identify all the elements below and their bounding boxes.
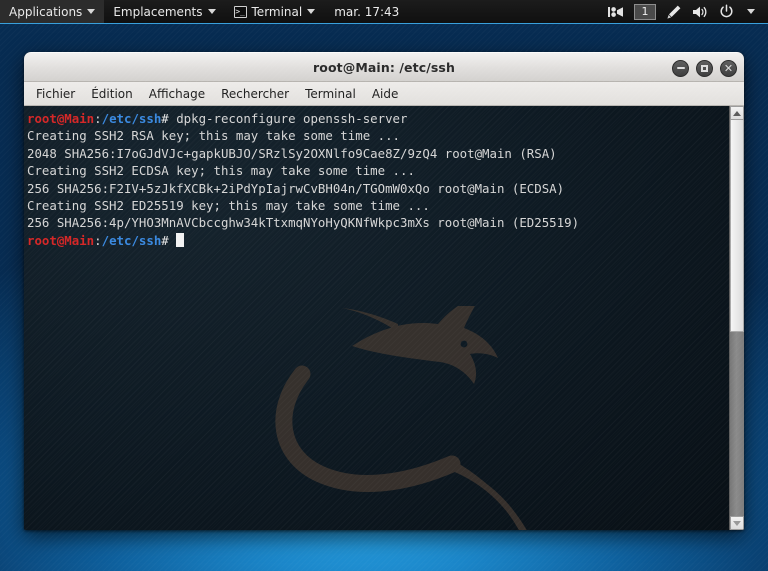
- prompt-user: root@Main: [27, 111, 95, 126]
- terminal-line: Creating SSH2 RSA key; this may take som…: [27, 128, 400, 144]
- terminal-icon-glyph: >_: [235, 6, 245, 16]
- close-icon: ✕: [723, 61, 734, 75]
- terminal-area: root@Main:/etc/ssh# dpkg-reconfigure ope…: [24, 106, 744, 530]
- prompt-user: root@Main: [27, 232, 95, 248]
- top-panel: Applications Emplacements >_ Terminal ma…: [0, 0, 768, 24]
- chevron-up-icon: [733, 110, 741, 116]
- chevron-down-icon: [207, 9, 216, 14]
- terminal-line: 2048 SHA256:I7oGJdVJc+gapkUBJO/SRzlSy2OX…: [27, 145, 557, 161]
- window-menubar: Fichier Édition Affichage Rechercher Ter…: [24, 82, 744, 106]
- menu-rechercher[interactable]: Rechercher: [213, 85, 297, 103]
- menu-places[interactable]: Emplacements: [104, 0, 224, 23]
- scrollbar-thumb[interactable]: [730, 120, 744, 332]
- menu-places-label: Emplacements: [113, 4, 203, 19]
- kali-dragon-watermark: [275, 306, 527, 530]
- volume-icon[interactable]: [688, 0, 713, 23]
- menu-fichier[interactable]: Fichier: [28, 85, 83, 103]
- terminal-line: 256 SHA256:F2IV+5zJkfXCBk+2iPdYpIajrwCvB…: [27, 180, 565, 196]
- terminal-text: root@Main:/etc/ssh# dpkg-reconfigure ope…: [26, 110, 729, 249]
- menu-aide[interactable]: Aide: [364, 85, 407, 103]
- prompt-path: /etc/ssh: [101, 111, 162, 126]
- terminal-scrollbar[interactable]: [729, 106, 744, 530]
- menu-affichage[interactable]: Affichage: [141, 85, 213, 103]
- menu-terminal[interactable]: >_ Terminal: [225, 0, 325, 23]
- menu-terminal-label: Terminal: [251, 4, 303, 19]
- terminal-window: root@Main: /etc/ssh ✕ Fichier Édition Af…: [24, 52, 744, 530]
- terminal-output[interactable]: root@Main:/etc/ssh# dpkg-reconfigure ope…: [24, 106, 729, 530]
- tray-chevron-down-icon[interactable]: [740, 0, 762, 23]
- prompt-sigil: #: [161, 232, 177, 248]
- terminal-command: dpkg-reconfigure openssh-server: [176, 111, 408, 126]
- terminal-line: Creating SSH2 ECDSA key; this may take s…: [27, 163, 415, 179]
- chevron-down-icon: [733, 520, 741, 526]
- pen-icon[interactable]: [662, 0, 686, 23]
- text-cursor: [176, 232, 184, 247]
- system-tray: 1: [603, 0, 768, 23]
- menu-applications[interactable]: Applications: [0, 0, 105, 23]
- scroll-up-button[interactable]: [730, 106, 744, 120]
- power-icon[interactable]: [715, 0, 738, 23]
- window-titlebar[interactable]: root@Main: /etc/ssh ✕: [24, 52, 744, 82]
- close-button[interactable]: ✕: [720, 59, 737, 77]
- minimize-button[interactable]: [672, 59, 689, 77]
- prompt-path: /etc/ssh: [101, 232, 162, 248]
- minimize-icon: [676, 67, 685, 69]
- terminal-line: 256 SHA256:4p/YHO3MnAVCbccghw34kTtxmqNYo…: [27, 215, 580, 231]
- chevron-down-icon: [747, 9, 755, 14]
- video-camera-icon[interactable]: [603, 0, 628, 23]
- prompt-colon: :: [94, 111, 102, 126]
- workspace-switcher[interactable]: 1: [630, 0, 660, 23]
- desktop: Applications Emplacements >_ Terminal ma…: [0, 0, 768, 571]
- scrollbar-track[interactable]: [730, 332, 744, 516]
- menu-edition[interactable]: Édition: [83, 85, 141, 103]
- window-controls: ✕: [672, 53, 737, 83]
- maximize-icon: [701, 64, 708, 72]
- prompt-sigil: #: [161, 111, 177, 126]
- window-title: root@Main: /etc/ssh: [313, 59, 455, 75]
- terminal-icon: >_: [233, 5, 247, 18]
- menu-terminal[interactable]: Terminal: [297, 85, 364, 103]
- scroll-down-button[interactable]: [730, 516, 744, 530]
- prompt-colon: :: [94, 232, 102, 248]
- clock[interactable]: mar. 17:43: [324, 5, 409, 19]
- workspace-indicator: 1: [634, 3, 656, 20]
- chevron-down-icon: [307, 9, 316, 14]
- chevron-down-icon: [87, 9, 96, 14]
- maximize-button[interactable]: [696, 59, 713, 77]
- menu-applications-label: Applications: [9, 4, 83, 19]
- terminal-line: Creating SSH2 ED25519 key; this may take…: [27, 198, 430, 214]
